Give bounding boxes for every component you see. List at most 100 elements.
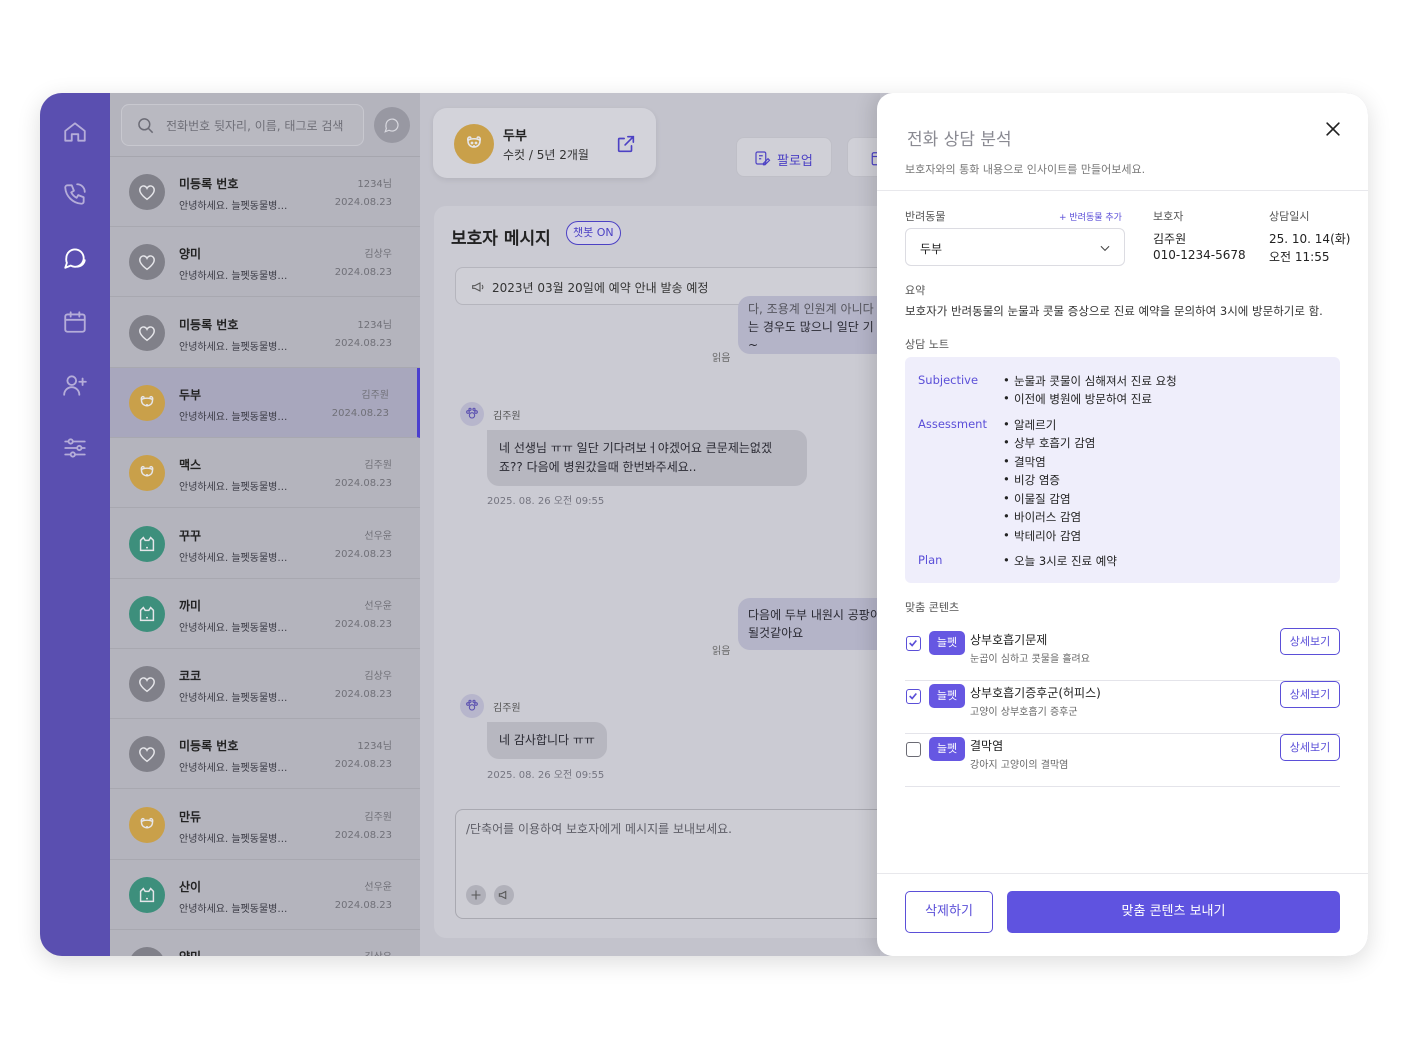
content-title: 상부호흡기문제 [970, 633, 1048, 647]
conversation-item[interactable]: 양미 김상우 [110, 930, 420, 956]
conversation-date: 2024.08.23 [334, 337, 392, 349]
pet-info: 수컷 / 5년 2개월 [503, 148, 589, 162]
avatar [129, 806, 165, 843]
detail-button[interactable]: 상세보기 [1280, 681, 1340, 708]
search-input[interactable] [166, 115, 358, 137]
open-external-icon[interactable] [615, 133, 637, 155]
send-contents-button[interactable]: 맞춤 콘텐츠 보내기 [1007, 891, 1340, 933]
conversation-date: 2024.08.23 [334, 478, 392, 490]
conversation-owner: 선우윤 [364, 882, 392, 893]
dog-icon [140, 466, 154, 477]
conversation-item[interactable]: 양미 안녕하세요. 늘펫동물병… 김상우 2024.08.23 [110, 227, 420, 298]
search-box[interactable] [121, 104, 364, 146]
conversation-item[interactable]: 두부 안녕하세요. 늘펫동물병… 김주원 2024.08.23 [110, 367, 420, 438]
conversation-date: 2024.08.23 [331, 407, 389, 419]
settings-sliders-icon[interactable] [62, 435, 88, 461]
consult-time: 오전 11:55 [1269, 250, 1330, 264]
conversation-owner: 1234님 [357, 319, 392, 331]
conversation-date: 2024.08.23 [334, 759, 392, 771]
conversation-preview: 안녕하세요. 늘펫동물병… [179, 482, 288, 494]
pet-select[interactable]: 두부 [905, 228, 1125, 266]
avatar [454, 124, 494, 164]
search-icon [138, 118, 154, 134]
conversation-owner: 선우윤 [364, 600, 392, 612]
conversation-name: 미등록 번호 [179, 317, 239, 332]
message-line: 죠?? 다음에 병원갔을때 한번봐주세요.. [499, 460, 697, 474]
conversation-item[interactable]: 미등록 번호 안녕하세요. 늘펫동물병… 1234님 2024.08.23 [110, 719, 420, 790]
conversation-name: 양미 [179, 948, 201, 956]
conversation-item[interactable]: 미등록 번호 안녕하세요. 늘펫동물병… 1234님 2024.08.23 [110, 157, 420, 227]
detail-button[interactable]: 상세보기 [1280, 628, 1340, 655]
new-chat-button[interactable] [374, 107, 410, 143]
message-time: 2025. 08. 26 오전 09:55 [487, 496, 605, 507]
conversation-item[interactable]: 미등록 번호 안녕하세요. 늘펫동물병… 1234님 2024.08.23 [110, 298, 420, 368]
avatar [129, 314, 165, 351]
calendar-icon[interactable] [62, 309, 88, 335]
message-input[interactable] [466, 820, 876, 870]
conversation-name: 까미 [179, 598, 202, 613]
conversation-item[interactable]: 까미 안녕하세요. 늘펫동물병… 선우윤 2024.08.23 [110, 579, 420, 649]
heart-icon [139, 747, 155, 763]
content-checkbox[interactable] [906, 742, 921, 757]
conversation-owner: 선우윤 [364, 530, 392, 542]
content-tag: 늘펫 [929, 737, 965, 761]
contents-label: 맞춤 콘텐츠 [905, 601, 960, 614]
conversation-date: 2024.08.23 [334, 689, 392, 701]
note-item: 이전에 병원에 방문하여 진료 [1003, 391, 1152, 407]
conversation-item[interactable]: 산이 안녕하세요. 늘펫동물병… 선우윤 2024.08.23 [110, 860, 420, 930]
conversation-item[interactable]: 맥스 안녕하세요. 늘펫동물병… 김주원 2024.08.23 [110, 438, 420, 509]
pet-select-value: 두부 [920, 242, 943, 256]
message-line: 는 경우도 많으니 일단 기 [748, 320, 874, 334]
consult-date: 25. 10. 14(화) [1269, 232, 1351, 246]
add-pet-link[interactable]: + 반려동물 추가 [1059, 210, 1122, 223]
avatar [129, 877, 165, 913]
outgoing-message: 다음에 두부 내원시 공팡이 될것같아요 [738, 598, 898, 650]
content-checkbox[interactable] [906, 636, 921, 651]
add-user-icon[interactable] [62, 372, 88, 398]
followup-button[interactable]: 팔로업 [736, 137, 832, 177]
note-item: 이물질 감염 [1003, 491, 1071, 507]
content-title: 상부호흡기증후군(허피스) [970, 686, 1101, 700]
add-attachment-button[interactable] [466, 885, 486, 905]
conversation-item[interactable]: 만듀 안녕하세요. 늘펫동물병… 김주원 2024.08.23 [110, 790, 420, 860]
call-analysis-drawer: 전화 상담 분석 보호자와의 통화 내용으로 인사이트를 만들어보세요. 반려동… [877, 93, 1368, 956]
message-time: 2025. 08. 26 오전 09:55 [487, 770, 605, 781]
message-line: 다, 조용계 인원계 아니다 [748, 302, 874, 316]
conversation-date: 2024.08.23 [334, 197, 392, 208]
conversation-date: 2024.08.23 [334, 618, 392, 630]
divider [877, 190, 1368, 191]
detail-button[interactable]: 상세보기 [1280, 734, 1340, 761]
content-item: 늘펫 상부호흡기문제 눈곱이 심하고 콧물을 흘려요 상세보기 [905, 628, 1340, 681]
check-icon [909, 692, 917, 700]
conversation-owner: 김주원 [364, 460, 392, 472]
avatar [129, 384, 165, 421]
message-composer [455, 809, 895, 919]
delete-button[interactable]: 삭제하기 [905, 891, 993, 933]
note-item: 결막염 [1003, 454, 1046, 470]
phone-icon[interactable] [62, 181, 88, 207]
conversation-name: 미등록 번호 [179, 739, 239, 754]
conversation-date: 2024.08.23 [334, 548, 392, 560]
content-checkbox[interactable] [906, 689, 921, 704]
chat-icon[interactable] [62, 245, 88, 271]
heart-icon [139, 677, 155, 693]
paw-icon [466, 699, 478, 711]
pet-card[interactable]: 두부 수컷 / 5년 2개월 [433, 108, 656, 178]
announce-button[interactable] [494, 885, 514, 905]
conversation-preview: 안녕하세요. 늘펫동물병… [179, 693, 288, 705]
home-icon[interactable] [62, 119, 88, 145]
avatar [129, 947, 165, 956]
conversation-item[interactable]: 코코안녕하세요. 늘펫동물병… 김상우 2024.08.23 [110, 649, 420, 720]
content-tag: 늘펫 [929, 631, 965, 655]
conversation-owner: 김상우 [364, 948, 392, 956]
conversation-owner: 김상우 [364, 671, 392, 683]
conversation-item[interactable]: 꾸꾸 안녕하세요. 늘펫동물병… 선우윤 2024.08.23 [110, 509, 420, 579]
clipboard-edit-icon [755, 151, 771, 166]
chatbot-toggle[interactable]: 챗봇 ON [566, 221, 621, 245]
close-icon[interactable] [1323, 119, 1343, 139]
avatar [129, 174, 165, 210]
heart-icon [136, 954, 158, 956]
conversation-name: 코코 [179, 669, 202, 684]
paw-icon [466, 407, 478, 419]
cat-icon [139, 887, 155, 903]
